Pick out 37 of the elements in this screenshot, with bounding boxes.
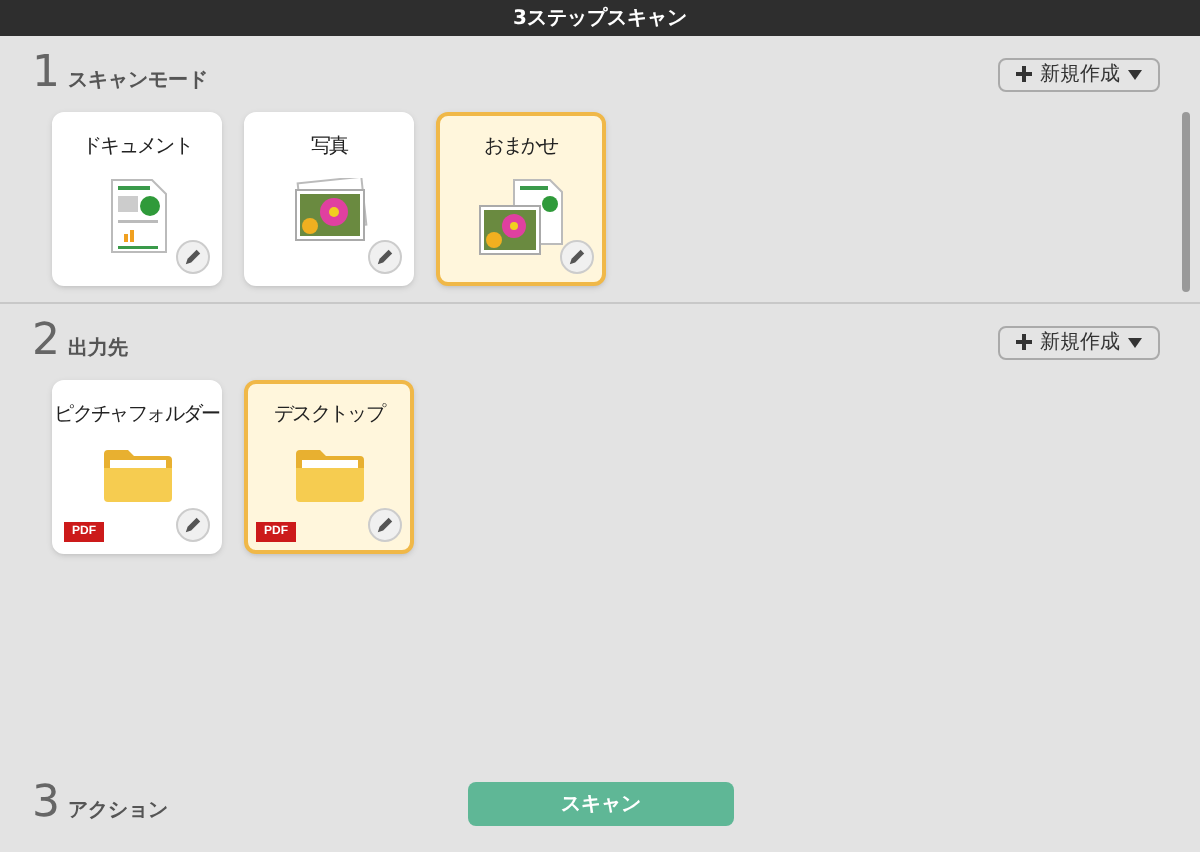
folder-icon: [293, 446, 365, 502]
edit-button[interactable]: [176, 240, 210, 274]
edit-button[interactable]: [176, 508, 210, 542]
step-title: 出力先: [68, 335, 128, 364]
card[interactable]: ドキュメント: [52, 112, 222, 286]
pencil-icon: [568, 248, 586, 266]
new-button[interactable]: 新規作成: [998, 325, 1160, 359]
edit-button[interactable]: [368, 240, 402, 274]
step-number: 2: [32, 320, 60, 364]
card-label: 写真: [310, 133, 348, 162]
document-icon: [107, 178, 167, 254]
new-button[interactable]: 新規作成: [998, 57, 1160, 91]
plus-icon: [1016, 66, 1032, 82]
caret-icon: [1128, 337, 1142, 347]
edit-button[interactable]: [560, 240, 594, 274]
plus-icon: [1016, 334, 1032, 350]
folder-icon: [101, 446, 173, 502]
edit-button[interactable]: [368, 508, 402, 542]
card-label: ピクチャフォルダー: [54, 402, 220, 430]
card[interactable]: おまかせ: [436, 112, 606, 286]
scrollbar[interactable]: [1182, 112, 1190, 292]
pencil-icon: [184, 248, 202, 266]
pencil-icon: [184, 516, 202, 534]
card[interactable]: 写真: [244, 112, 414, 286]
step-number: 3: [32, 782, 60, 826]
step-number: 1: [32, 52, 60, 96]
photo-icon: [291, 178, 367, 242]
document-and-photo-icon: [477, 178, 565, 258]
step-title: アクション: [68, 798, 168, 826]
card-label: ドキュメント: [81, 134, 193, 162]
pencil-icon: [376, 248, 394, 266]
card-label: デスクトップ: [273, 401, 385, 430]
pencil-icon: [376, 516, 394, 534]
step-title: スキャンモード: [68, 68, 208, 96]
window-title: 3ステップスキャン: [513, 4, 687, 33]
card-label: おまかせ: [484, 134, 558, 162]
caret-icon: [1128, 69, 1142, 79]
